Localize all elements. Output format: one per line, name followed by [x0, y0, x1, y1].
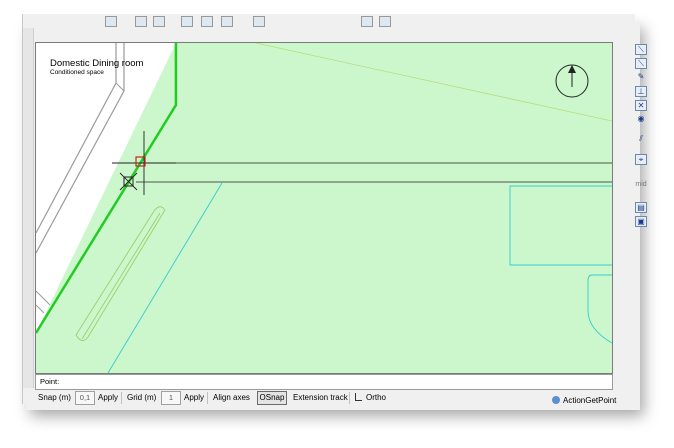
separator [349, 392, 350, 404]
toolbar-icon[interactable] [135, 16, 147, 27]
floor-plan [36, 43, 612, 373]
toolbar-icon[interactable] [221, 16, 233, 27]
snap-apply-button[interactable]: Apply [98, 392, 118, 404]
center-point-icon[interactable]: ◉ [635, 114, 647, 125]
extension-track-button[interactable]: Extension track [293, 392, 348, 404]
right-toolbar: ⟍ ⟍ ✎ ⊥ ✕ ◉ ⫽ ⌖ mid ▤ ▣ [633, 44, 649, 374]
app-window: Domestic Dining room Conditioned space ⟍… [22, 14, 647, 406]
top-toolbar [23, 14, 635, 28]
toolbar-icon[interactable] [253, 16, 265, 27]
room-label: Domestic Dining room Conditioned space [50, 59, 143, 76]
grid-apply-button[interactable]: Apply [184, 392, 204, 404]
ortho-toggle[interactable]: Ortho [355, 392, 386, 404]
separator [121, 392, 122, 404]
toolbar-icon[interactable] [181, 16, 193, 27]
drawing-canvas[interactable]: Domestic Dining room Conditioned space [35, 42, 613, 374]
ortho-icon [355, 393, 362, 401]
room-name: Domestic Dining room [50, 58, 144, 69]
room-subtitle: Conditioned space [50, 68, 104, 76]
split-icon[interactable]: ⊥ [635, 86, 647, 97]
ortho-label: Ortho [366, 393, 387, 402]
parallel-icon[interactable]: ⫽ [635, 134, 647, 145]
mid-snap-label[interactable]: mid [635, 180, 647, 191]
grid-label: Grid (m) [127, 393, 157, 402]
draw-line-icon[interactable]: ⟍ [635, 44, 647, 55]
action-status: ActionGetPoint [552, 396, 616, 405]
delete-icon[interactable]: ✕ [635, 100, 647, 111]
snap-label: Snap (m) [38, 393, 71, 402]
draw-diagonal-icon[interactable]: ⟍ [635, 58, 647, 69]
action-label: ActionGetPoint [563, 396, 617, 405]
grid-value-input[interactable]: 1 [161, 391, 181, 405]
snap-value-input[interactable]: 0,1 [75, 391, 95, 405]
point-label: Point: [40, 377, 60, 386]
save-icon[interactable]: ▤ [635, 202, 647, 213]
left-panel-edge [23, 28, 34, 388]
toolbar-icon[interactable] [201, 16, 213, 27]
save-as-icon[interactable]: ▣ [635, 216, 647, 227]
snap-toggle-icon[interactable]: ⌖ [635, 154, 647, 165]
osnap-toggle[interactable]: OSnap [257, 391, 287, 405]
separator [207, 392, 208, 404]
pencil-icon[interactable]: ✎ [635, 72, 647, 83]
point-input-bar[interactable]: Point: [35, 374, 613, 390]
gear-icon [552, 396, 560, 404]
status-bar: Snap (m) 0,1 Apply Grid (m) 1 Apply Alig… [35, 390, 625, 406]
toolbar-icon[interactable] [153, 16, 165, 27]
toolbar-icon[interactable] [379, 16, 391, 27]
align-axes-button[interactable]: Align axes [213, 392, 250, 404]
toolbar-icon[interactable] [361, 16, 373, 27]
toolbar-icon[interactable] [105, 16, 117, 27]
